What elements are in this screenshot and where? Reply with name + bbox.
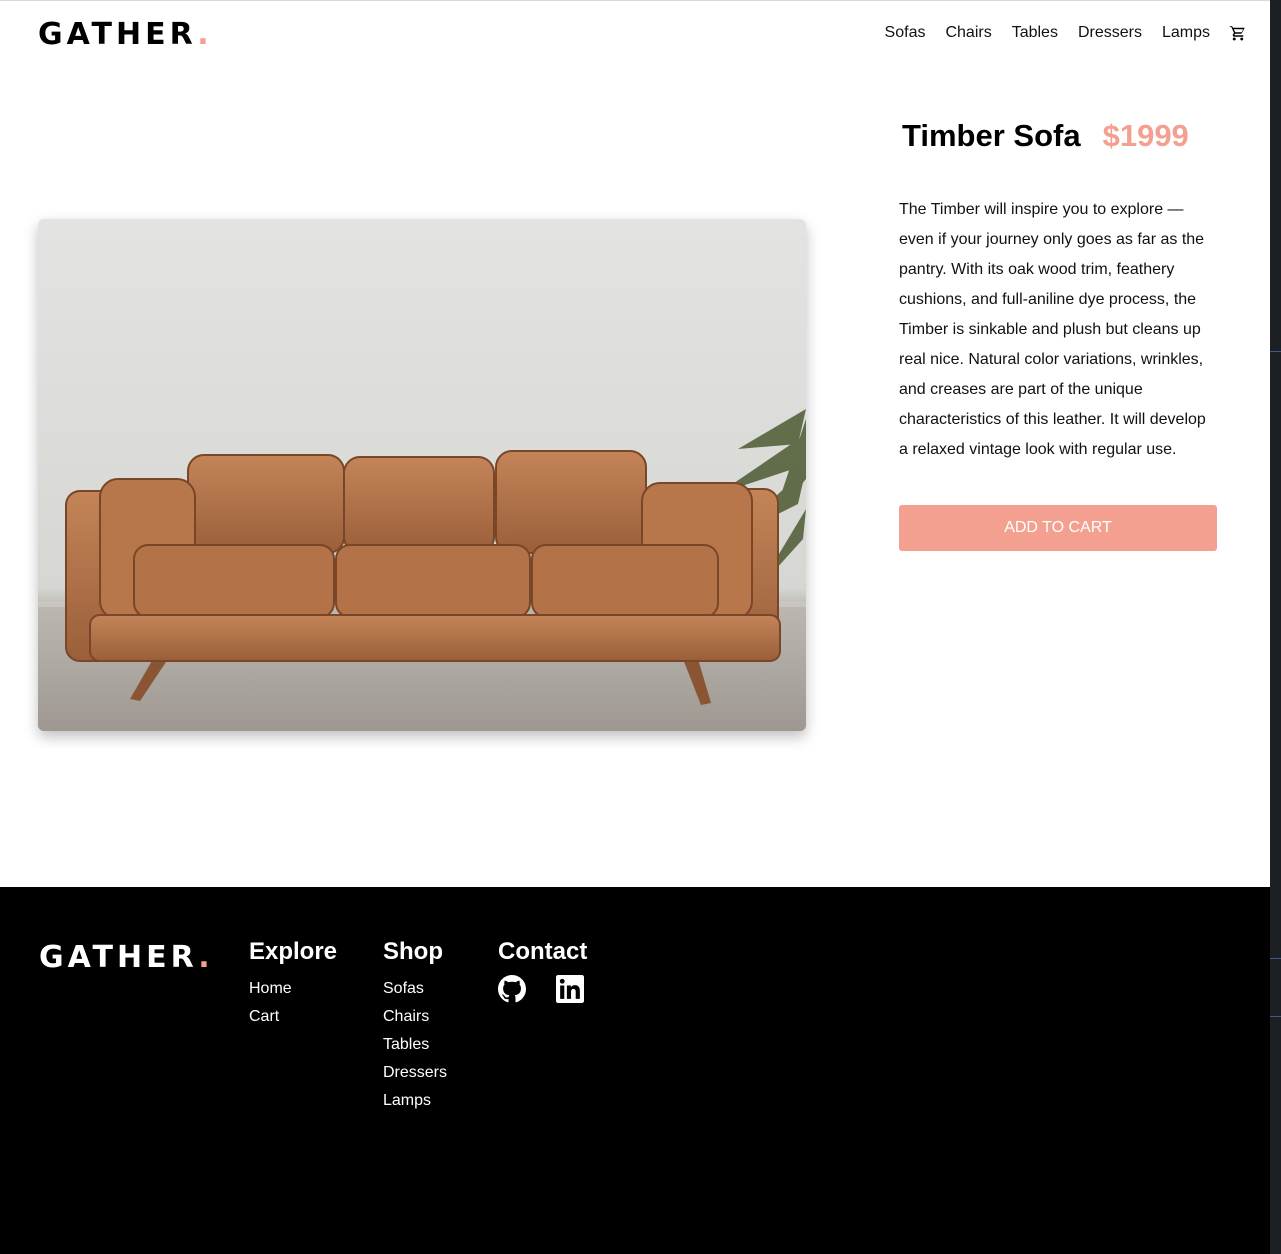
logo-dot: . [197, 17, 213, 52]
shopping-cart-icon[interactable] [1229, 24, 1247, 42]
footer-link-lamps[interactable]: Lamps [383, 1087, 447, 1115]
footer-shop-heading: Shop [383, 938, 443, 965]
github-icon[interactable] [498, 975, 526, 1003]
nav-lamps[interactable]: Lamps [1162, 24, 1210, 42]
nav-sofas[interactable]: Sofas [885, 24, 926, 42]
logo-text: GATHER [38, 17, 198, 52]
nav-chairs[interactable]: Chairs [945, 24, 991, 42]
social-links [498, 975, 587, 1003]
footer-explore: Explore Home Cart [249, 937, 337, 1031]
edge-line [1270, 351, 1281, 352]
nav-dressers[interactable]: Dressers [1078, 24, 1142, 42]
footer-link-sofas[interactable]: Sofas [383, 975, 447, 1003]
footer-explore-heading: Explore [249, 938, 338, 965]
linkedin-icon[interactable] [556, 975, 584, 1003]
product-image [38, 219, 806, 731]
footer-logo[interactable]: GATHER. [39, 943, 214, 973]
footer-link-cart[interactable]: Cart [249, 1003, 337, 1031]
footer: GATHER. Explore Home Cart Shop Sofas Cha… [0, 887, 1270, 1254]
footer-link-chairs[interactable]: Chairs [383, 1003, 447, 1031]
footer-link-tables[interactable]: Tables [383, 1031, 447, 1059]
footer-contact-heading: Contact [498, 938, 588, 965]
page: GATHER. Sofas Chairs Tables Dressers Lam… [0, 0, 1270, 1254]
edge-line [1270, 958, 1281, 959]
nav-tables[interactable]: Tables [1012, 24, 1058, 42]
footer-link-dressers[interactable]: Dressers [383, 1059, 447, 1087]
main-nav: Sofas Chairs Tables Dressers Lamps [885, 24, 1210, 42]
footer-logo-dot: . [198, 940, 214, 975]
footer-logo-text: GATHER [39, 940, 199, 975]
product-price: $1999 [1102, 118, 1189, 153]
top-divider [0, 0, 1270, 1]
add-to-cart-button[interactable]: ADD TO CART [899, 505, 1217, 551]
edge-line [1270, 1016, 1281, 1017]
footer-contact: Contact [498, 937, 587, 1003]
product-title: Timber Sofa [902, 118, 1081, 153]
footer-shop: Shop Sofas Chairs Tables Dressers Lamps [383, 937, 447, 1115]
footer-link-home[interactable]: Home [249, 975, 337, 1003]
header-logo[interactable]: GATHER. [38, 20, 213, 50]
product-description: The Timber will inspire you to explore —… [899, 201, 1206, 458]
sofa-illustration [38, 409, 806, 731]
product-header: Timber Sofa $1999 [902, 118, 1189, 154]
